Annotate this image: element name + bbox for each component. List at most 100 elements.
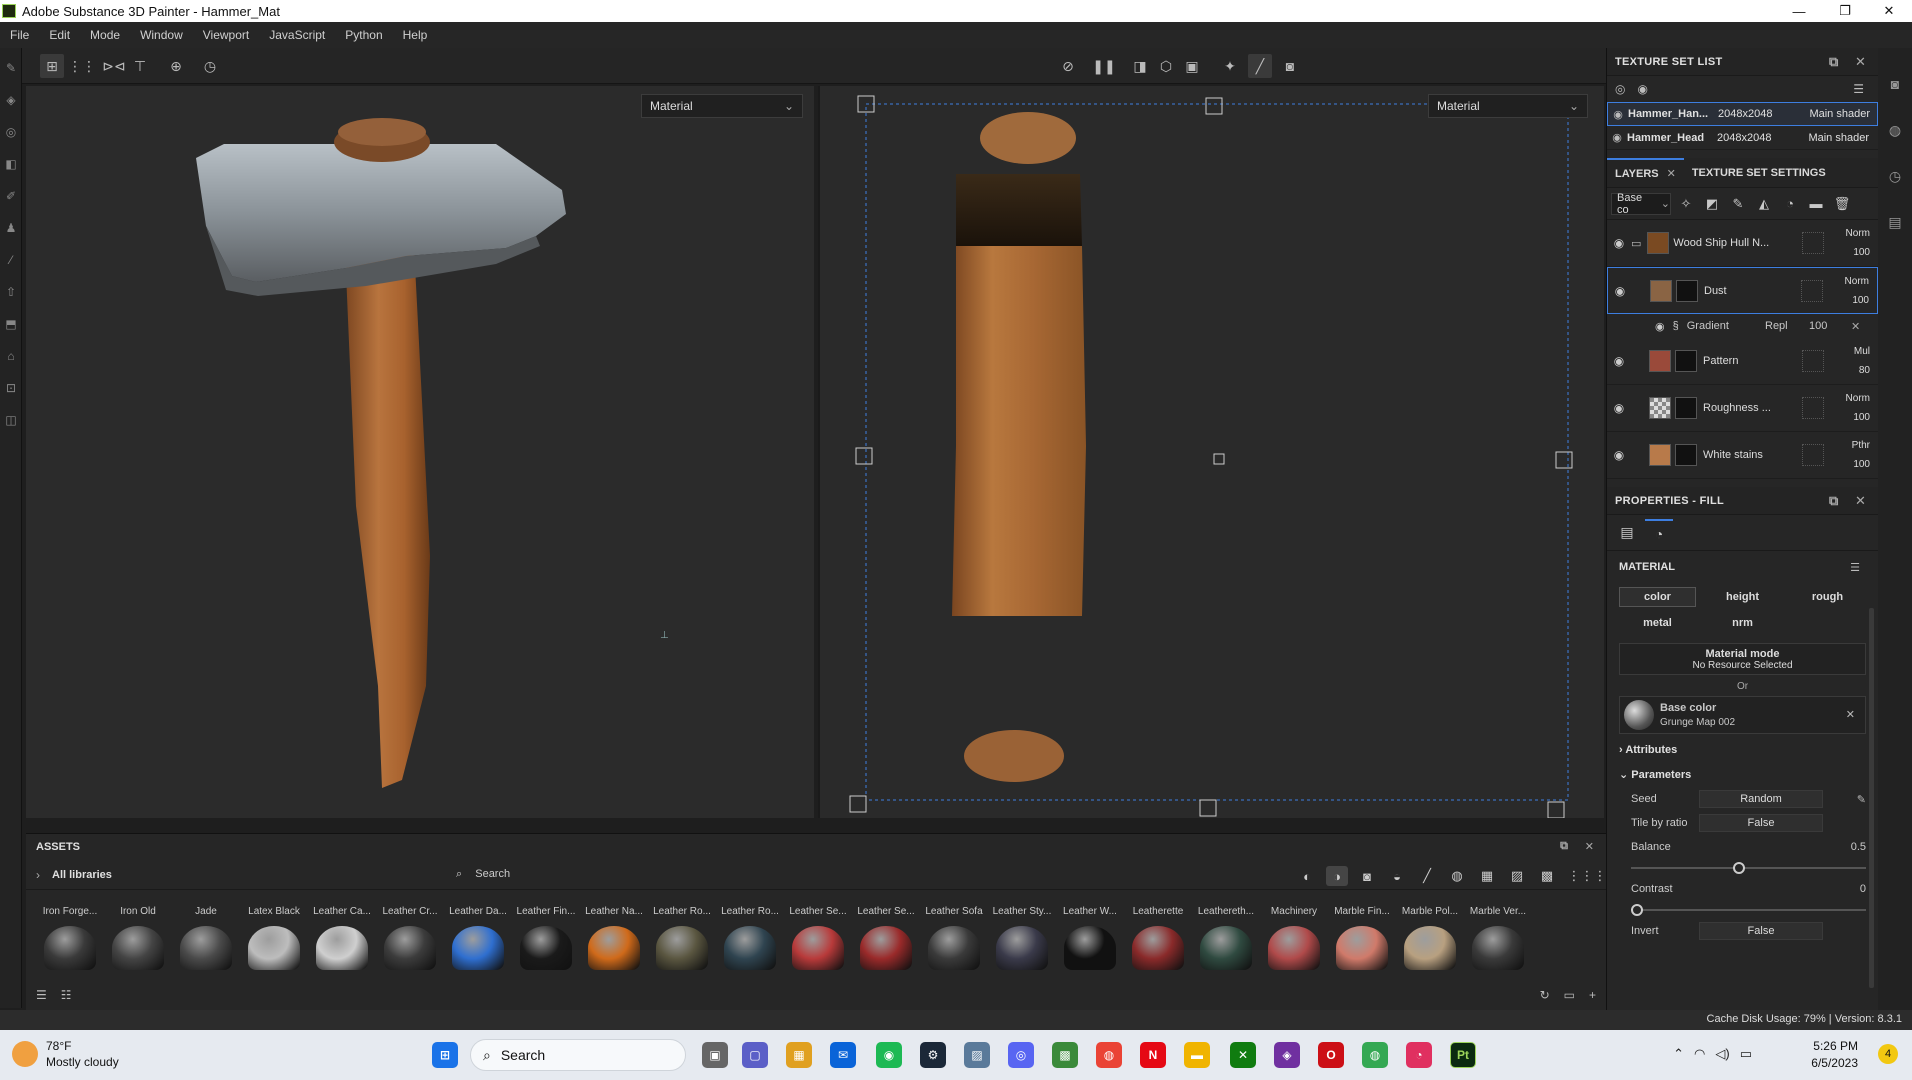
layer-blend-mode[interactable]: Norm (1845, 272, 1869, 291)
layer-blend-opacity[interactable]: Norm 100 (1846, 389, 1870, 427)
spotify-icon[interactable]: ◉ (876, 1042, 902, 1068)
tile-toggle[interactable]: False (1699, 814, 1823, 832)
slider-knob[interactable] (1631, 904, 1643, 916)
grid-view-icon[interactable]: ⋮⋮⋮ (1568, 866, 1607, 886)
log-icon[interactable]: ▤ (1886, 214, 1904, 232)
asset-item[interactable]: Iron Forge... (36, 906, 104, 970)
asset-item[interactable]: Latex Black (240, 906, 308, 970)
library-selector[interactable]: All libraries (40, 869, 112, 881)
eye-icon[interactable]: ◉ (1607, 131, 1627, 144)
close-panel-icon[interactable]: ✕ (1585, 840, 1594, 853)
undock-icon[interactable]: ⧉ (1829, 493, 1839, 509)
widgets-icon[interactable]: ▦ (786, 1042, 812, 1068)
effect-row[interactable]: ◉ § Gradient Repl 100 ✕ (1607, 314, 1878, 338)
channel-rough-toggle[interactable]: rough (1789, 587, 1866, 607)
material-mode-slot[interactable]: Material mode No Resource Selected (1619, 643, 1866, 675)
menu-viewport[interactable]: Viewport (193, 28, 259, 42)
texture-set-row[interactable]: ◉ Hammer_Han... 2048x2048 Main shader (1607, 102, 1878, 126)
effect-blend-mode[interactable]: Repl (1765, 320, 1788, 332)
filter-masks-icon[interactable]: ◙ (1356, 866, 1378, 886)
asset-item[interactable]: Leatherette (1124, 906, 1192, 970)
asset-item[interactable]: Jade (172, 906, 240, 970)
channel-color-toggle[interactable]: color (1619, 587, 1696, 607)
cube-view-icon[interactable]: ⬡ (1154, 54, 1178, 78)
filter-brushes-icon[interactable]: ╱ (1416, 866, 1438, 886)
projection-icon[interactable]: ◎ (3, 124, 19, 140)
chevron-right-icon[interactable]: › (26, 868, 40, 882)
weather-widget[interactable]: 78°F Mostly cloudy (12, 1038, 119, 1070)
layer-blend-mode[interactable]: Norm (1846, 389, 1870, 408)
layer-mask-thumbnail[interactable] (1675, 444, 1697, 466)
eraser-icon[interactable]: ◈ (3, 92, 19, 108)
eye-icon[interactable]: ◉ (1607, 236, 1631, 250)
render-icon[interactable]: ✦ (1218, 54, 1242, 78)
add-paint-layer-icon[interactable]: ✎ (1727, 193, 1749, 215)
menu-help[interactable]: Help (393, 28, 438, 42)
eye-icon[interactable]: ◉ (1637, 82, 1647, 96)
menu-window[interactable]: Window (130, 28, 193, 42)
transform-icon[interactable]: ⊞ (40, 54, 64, 78)
seed-random-button[interactable]: Random (1699, 790, 1823, 808)
eye-icon[interactable]: ◉ (1607, 401, 1631, 415)
xbox-icon[interactable]: ✕ (1230, 1042, 1256, 1068)
add-frame-icon[interactable]: ⊕ (164, 54, 188, 78)
asset-item[interactable]: Leather Cr... (376, 906, 444, 970)
add-effect-icon[interactable]: ✧ (1675, 193, 1697, 215)
symmetry-icon[interactable]: ⊳⊲ (102, 54, 126, 78)
geometry-mask-icon[interactable]: ◧ (3, 156, 19, 172)
split-view-icon[interactable]: ◨ (1128, 54, 1152, 78)
substance-painter-icon[interactable]: Pt (1450, 1042, 1476, 1068)
menu-python[interactable]: Python (335, 28, 392, 42)
tab-texture-set-settings[interactable]: TEXTURE SET SETTINGS (1684, 158, 1834, 188)
layer-blend-mode[interactable]: Pthr (1852, 436, 1870, 455)
menu-javascript[interactable]: JavaScript (259, 28, 335, 42)
bake-icon[interactable]: ⬒ (3, 316, 19, 332)
material-tab-icon[interactable]: ◔ (1645, 518, 1673, 547)
asset-item[interactable]: Leather Sofa (920, 906, 988, 970)
contrast-slider[interactable] (1631, 901, 1866, 919)
invert-toggle[interactable]: False (1699, 922, 1823, 940)
asset-item[interactable]: Leather Se... (852, 906, 920, 970)
layer-blend-opacity[interactable]: Pthr 100 (1852, 436, 1870, 474)
close-panel-icon[interactable]: ✕ (1855, 54, 1866, 70)
viewport-2d[interactable]: Material ⌄ (818, 86, 1604, 819)
eye-icon[interactable]: ◉ (1655, 320, 1665, 333)
asset-item[interactable]: Marble Pol... (1396, 906, 1464, 970)
mail-icon[interactable]: ✉ (830, 1042, 856, 1068)
base-color-resource[interactable]: Base color Grunge Map 002 ✕ (1619, 696, 1866, 734)
edit-icon[interactable]: ✎ (1857, 793, 1866, 806)
viewport-2d-mode-select[interactable]: Material ⌄ (1428, 94, 1588, 118)
asset-item[interactable]: Marble Fin... (1328, 906, 1396, 970)
menu-icon[interactable]: ☰ (1850, 561, 1860, 574)
screenshot-icon[interactable]: ◙ (1278, 54, 1302, 78)
windows-start-icon[interactable]: ⊞ (432, 1042, 458, 1068)
picker-icon[interactable]: ⁄ (3, 252, 19, 268)
layer-mask-thumbnail[interactable] (1675, 350, 1697, 372)
layer-opacity[interactable]: 100 (1846, 408, 1870, 427)
filter-grunges-icon[interactable]: ▦ (1476, 866, 1498, 886)
close-icon[interactable]: ✕ (1846, 708, 1855, 721)
file-explorer-icon[interactable]: ▬ (1184, 1042, 1210, 1068)
new-folder-icon[interactable]: ▭ (1564, 988, 1575, 1002)
camera-hidden-icon[interactable]: ⊘ (1056, 54, 1080, 78)
layer-blend-opacity[interactable]: Norm 100 (1845, 272, 1869, 310)
texture-set-row[interactable]: ◉ Hammer_Head 2048x2048 Main shader (1607, 126, 1878, 150)
video-camera-icon[interactable]: ▣ (1180, 54, 1204, 78)
wifi-icon[interactable]: ◠ (1694, 1046, 1705, 1062)
channel-select[interactable]: Base co ⌄ (1611, 192, 1671, 216)
filter-images-icon[interactable]: ▩ (1536, 866, 1558, 886)
opera-icon[interactable]: O (1318, 1042, 1344, 1068)
mirror-vertical-icon[interactable]: ⊤ (128, 54, 152, 78)
eye-icon[interactable]: ◉ (1608, 108, 1628, 121)
pause-icon[interactable]: ❚❚ (1092, 54, 1116, 78)
channel-metal-toggle[interactable]: metal (1619, 613, 1696, 633)
hide-icon[interactable]: ◎ (1615, 82, 1625, 96)
discord-icon[interactable]: ◎ (1008, 1042, 1034, 1068)
effect-opacity[interactable]: 100 (1809, 320, 1827, 332)
task-view-icon[interactable]: ▣ (702, 1042, 728, 1068)
asset-item[interactable]: Leather Ro... (648, 906, 716, 970)
history-icon[interactable]: ◷ (198, 54, 222, 78)
close-window-button[interactable]: ✕ (1866, 0, 1912, 22)
layer-opacity[interactable]: 100 (1846, 243, 1870, 262)
add-smart-material-icon[interactable]: ◔ (1779, 193, 1801, 215)
